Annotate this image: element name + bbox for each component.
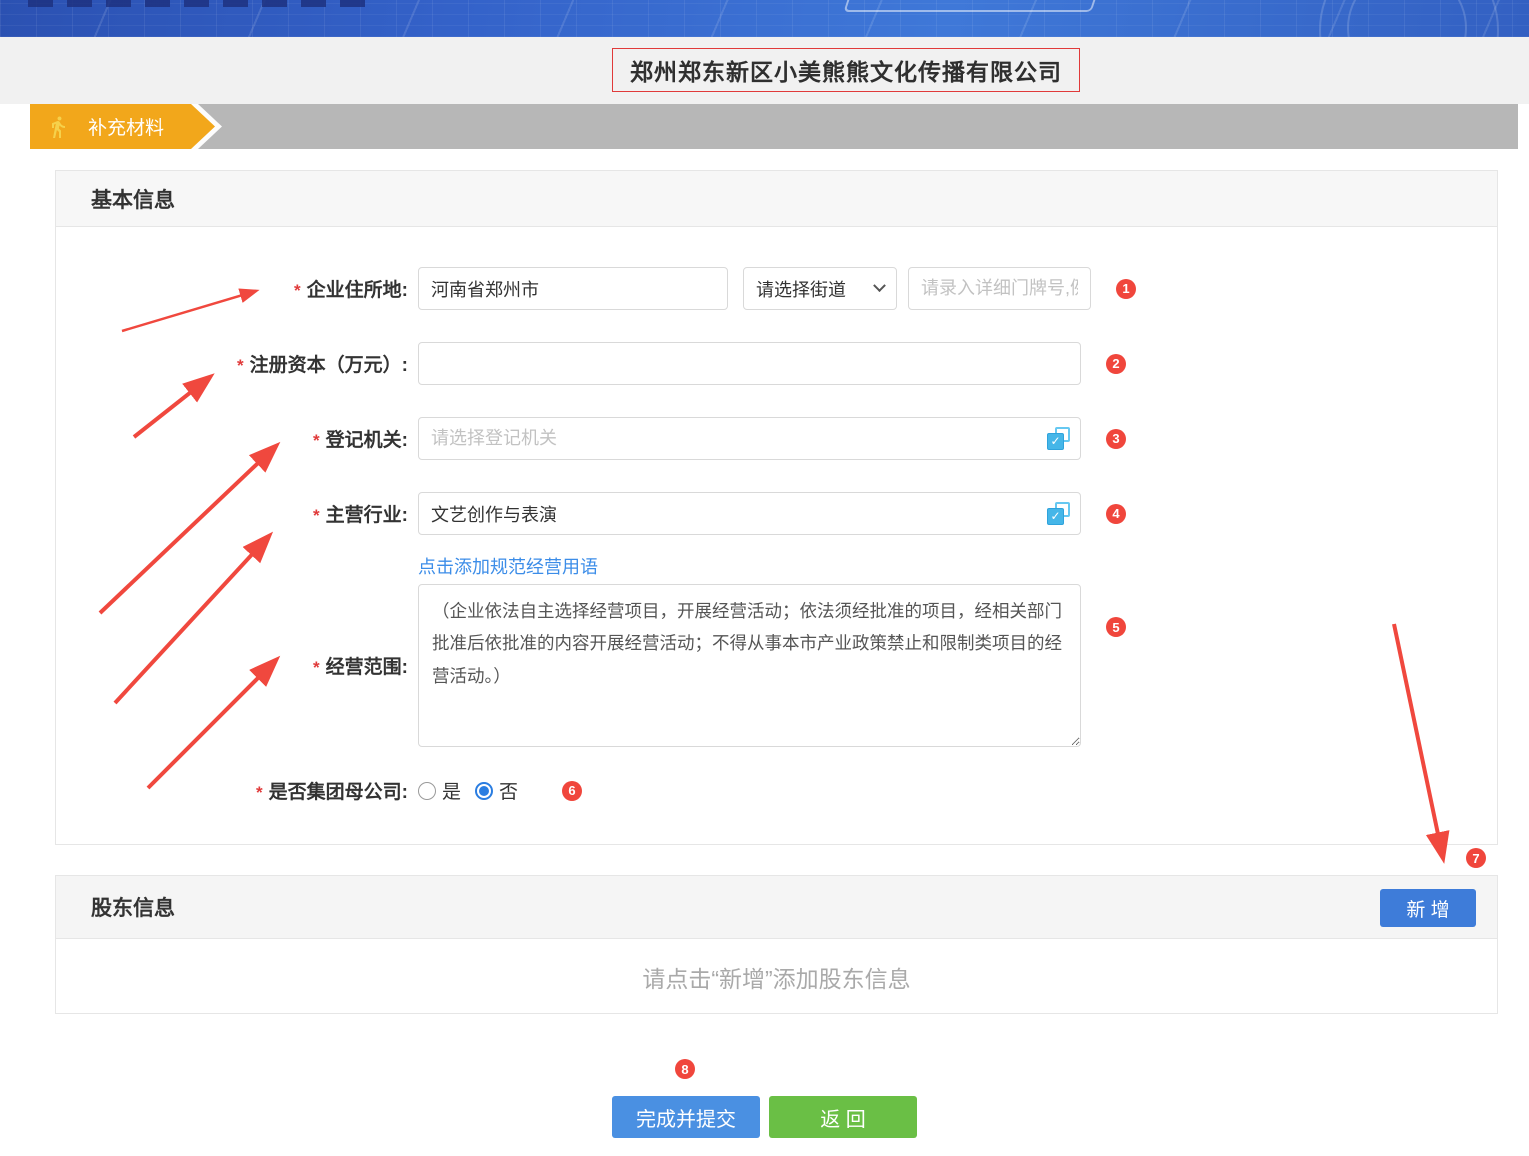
group-parent-row: *是否集团母公司: 是 否 6 [56,777,1497,804]
walking-person-icon [46,115,70,139]
shareholders-title: 股东信息 [91,892,175,922]
radio-yes[interactable]: 是 [418,777,461,804]
annotation-badge-4: 4 [1106,504,1126,524]
street-select-value: 请选择街道 [756,276,846,302]
back-button[interactable]: 返 回 [769,1096,917,1138]
wizard-tabbar: 补充材料 [30,104,1518,149]
radio-no[interactable]: 否 [475,777,518,804]
tab-supplementary-materials[interactable]: 补充材料 [30,104,215,149]
add-shareholder-button[interactable]: 新 增 [1380,889,1476,927]
street-select[interactable]: 请选择街道 [743,267,897,310]
annotation-badge-8: 8 [675,1059,695,1079]
add-standard-terms-link[interactable]: 点击添加规范经营用语 [418,557,598,577]
tab-label: 补充材料 [88,113,164,140]
address-city-input[interactable] [418,267,728,310]
business-scope-label: *经营范围: [56,652,408,679]
shareholders-header: 股东信息 新 增 [56,876,1497,939]
registered-capital-row: *注册资本（万元）: 2 [56,342,1497,385]
group-parent-label: *是否集团母公司: [56,777,408,804]
registered-capital-label: *注册资本（万元）: [56,350,408,377]
annotation-badge-6: 6 [562,781,582,801]
shareholders-empty-hint: 请点击“新增”添加股东信息 [56,939,1497,1014]
main-industry-row: *主营行业: ✓ 4 [56,492,1497,535]
annotation-badge-7: 7 [1466,848,1486,868]
picker-check-icon[interactable]: ✓ [1047,427,1070,450]
business-scope-textarea[interactable]: （企业依法自主选择经营项目，开展经营活动；依法须经批准的项目，经相关部门批准后依… [418,584,1081,747]
banner-clipped-tab-outline [843,0,1100,12]
annotation-badge-1: 1 [1116,279,1136,299]
annotation-badge-2: 2 [1106,354,1126,374]
basic-info-title: 基本信息 [91,184,175,214]
banner-arc-decoration [1347,0,1467,37]
basic-info-header: 基本信息 [56,171,1497,227]
required-asterisk: * [256,783,263,802]
required-asterisk: * [313,658,320,677]
annotation-badge-5: 5 [1106,617,1126,637]
picker-check-icon[interactable]: ✓ [1047,502,1070,525]
company-name: 郑州郑东新区小美熊熊文化传播有限公司 [612,48,1080,92]
title-strip: 郑州郑东新区小美熊熊文化传播有限公司 [0,37,1529,104]
shareholders-panel: 股东信息 新 增 请点击“新增”添加股东信息 [55,875,1498,1014]
required-asterisk: * [294,281,301,300]
address-row: *企业住所地: 请选择街道 1 [56,267,1497,310]
address-label: *企业住所地: [56,275,408,302]
address-detail-input[interactable] [908,267,1091,310]
main-industry-label: *主营行业: [56,500,408,527]
required-asterisk: * [313,506,320,525]
business-scope-row: *经营范围: （企业依法自主选择经营项目，开展经营活动；依法须经批准的项目，经相… [56,584,1497,747]
registration-authority-input[interactable] [418,417,1081,460]
registration-authority-row: *登记机关: ✓ 3 [56,417,1497,460]
chevron-down-icon [873,279,886,292]
radio-circle-selected [475,782,493,800]
radio-circle-unselected [418,782,436,800]
banner-clipped-text [28,0,373,7]
required-asterisk: * [237,356,244,375]
top-banner [0,0,1529,37]
registration-authority-label: *登记机关: [56,425,408,452]
submit-button[interactable]: 完成并提交 [612,1096,760,1138]
main-industry-input[interactable] [418,492,1081,535]
required-asterisk: * [313,431,320,450]
annotation-badge-3: 3 [1106,429,1126,449]
basic-info-panel: 基本信息 *企业住所地: 请选择街道 1 *注册资本（万元）: [55,170,1498,845]
registered-capital-input[interactable] [418,342,1081,385]
footer-actions: 完成并提交 返 回 [0,1096,1529,1138]
